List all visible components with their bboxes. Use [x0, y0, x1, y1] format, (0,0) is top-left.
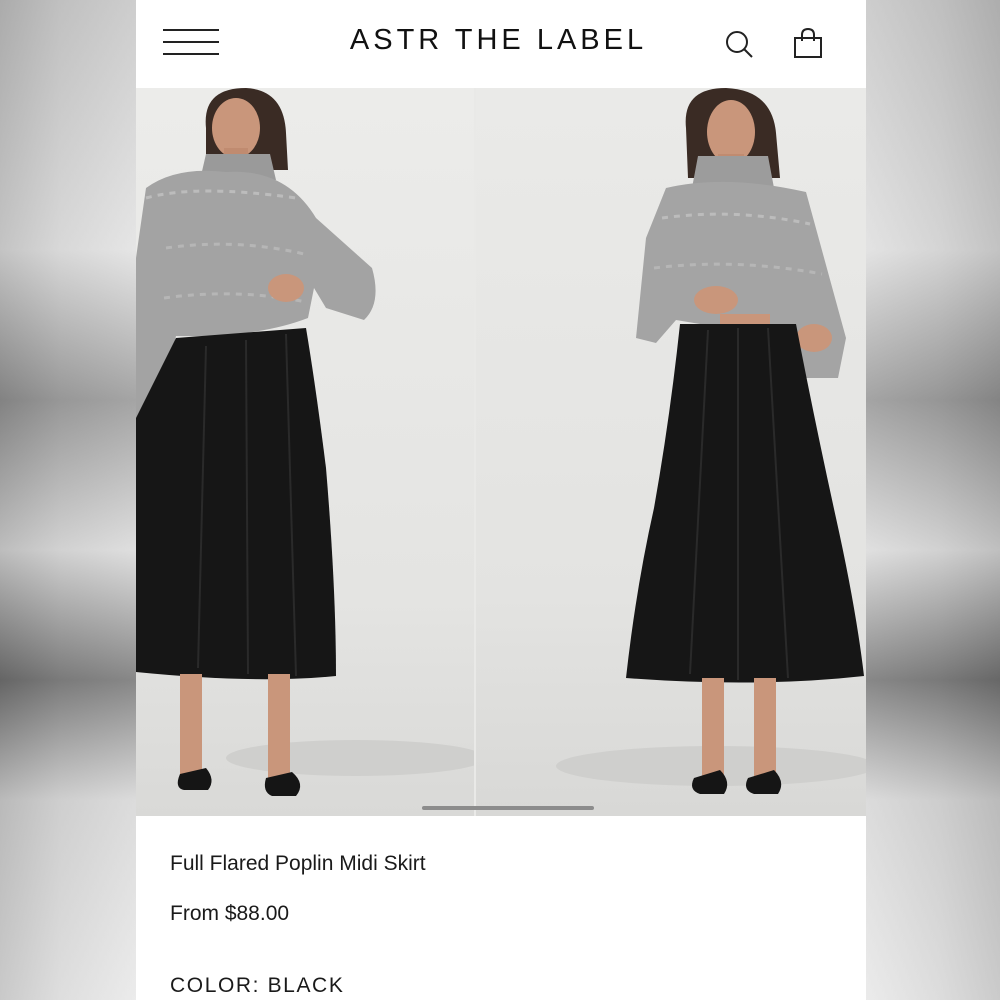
search-icon[interactable]: [722, 26, 758, 62]
color-selection-label: COLOR: BLACK: [170, 974, 344, 998]
background-blur-left: [0, 0, 136, 1000]
background-blur-right: [866, 0, 1000, 1000]
color-label: COLOR:: [170, 974, 261, 997]
shopping-bag-icon[interactable]: [790, 26, 826, 62]
brand-logo[interactable]: ASTR THE LABEL: [296, 24, 701, 57]
site-header: ASTR THE LABEL: [136, 0, 866, 86]
product-image-gallery[interactable]: [136, 88, 866, 816]
product-page: ASTR THE LABEL Full Flared Poplin Midi S…: [136, 0, 866, 1000]
product-photo-front[interactable]: [136, 88, 474, 816]
color-value: BLACK: [267, 974, 345, 997]
product-price: From $88.00: [170, 902, 290, 925]
product-title: Full Flared Poplin Midi Skirt: [170, 852, 426, 875]
gallery-scroll-indicator[interactable]: [422, 806, 594, 810]
hamburger-menu-icon[interactable]: [163, 27, 219, 57]
product-photo-lifting-sweater[interactable]: [476, 88, 866, 816]
product-info: Full Flared Poplin Midi Skirt From $88.0…: [136, 816, 866, 1000]
